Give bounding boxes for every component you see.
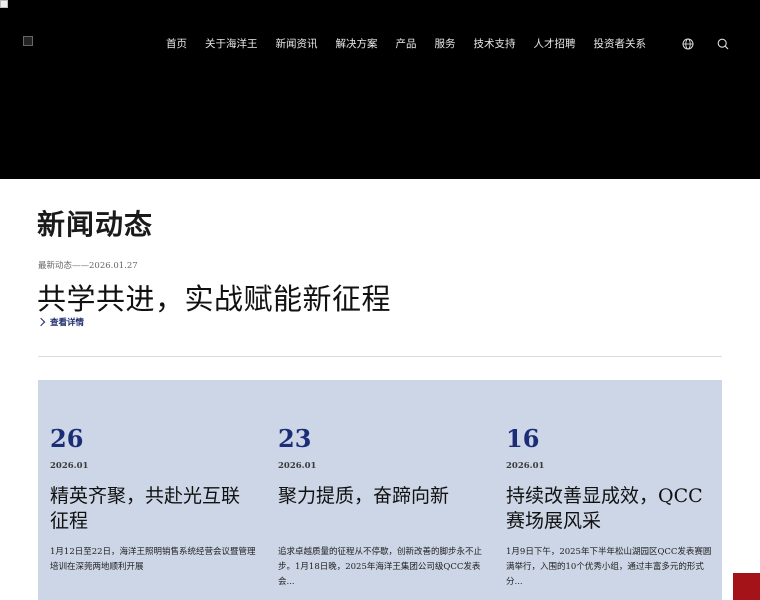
view-details-label: 查看详情 [50, 318, 85, 328]
search-icon[interactable] [717, 38, 729, 50]
card-year-month: 2026.01 [50, 461, 89, 471]
nav-item-solutions[interactable]: 解决方案 [336, 36, 378, 51]
nav-item-news[interactable]: 新闻资讯 [276, 36, 318, 51]
nav-item-home[interactable]: 首页 [166, 36, 187, 51]
floating-action-button[interactable] [733, 573, 760, 600]
main-nav: 首页 关于海洋王 新闻资讯 解决方案 产品 服务 技术支持 人才招聘 投资者关系 [166, 36, 664, 51]
card-day: 23 [278, 424, 312, 453]
divider [38, 356, 722, 357]
card-day: 26 [50, 424, 84, 453]
featured-news-title[interactable]: 共学共进，实战赋能新征程 [37, 276, 391, 318]
nav-item-service[interactable]: 服务 [435, 36, 456, 51]
nav-item-about[interactable]: 关于海洋王 [205, 36, 258, 51]
nav-item-investors[interactable]: 投资者关系 [594, 36, 647, 51]
top-bar [0, 0, 760, 14]
globe-icon[interactable] [682, 38, 694, 50]
news-card-list: 26 2026.01 精英齐聚，共赴光互联征程 1月12日至22日，海洋王照明销… [38, 380, 722, 600]
chevron-right-icon [36, 317, 46, 327]
hero-banner: 首页 关于海洋王 新闻资讯 解决方案 产品 服务 技术支持 人才招聘 投资者关系 [0, 14, 760, 179]
view-details-link[interactable]: 查看详情 [36, 316, 85, 328]
card-year-month: 2026.01 [506, 461, 545, 471]
latest-news-label: 最新动态——2026.01.27 [38, 261, 138, 271]
nav-item-products[interactable]: 产品 [396, 36, 417, 51]
card-summary: 追求卓越质量的征程从不停歇，创新改善的脚步永不止步。1月18日晚，2025年海洋… [278, 547, 483, 587]
broken-image-icon [0, 0, 8, 8]
card-title[interactable]: 精英齐聚，共赴光互联征程 [50, 484, 256, 534]
nav-item-support[interactable]: 技术支持 [474, 36, 516, 51]
nav-item-careers[interactable]: 人才招聘 [534, 36, 576, 51]
card-title[interactable]: 持续改善显成效，QCC赛场展风采 [506, 484, 712, 534]
card-year-month: 2026.01 [278, 461, 317, 471]
card-title[interactable]: 聚力提质，奋蹄向新 [278, 484, 484, 509]
card-day: 16 [506, 424, 540, 453]
logo[interactable] [23, 36, 33, 46]
card-summary: 1月12日至22日，海洋王照明销售系统经营会议暨管理培训在深莞两地顺利开展 [50, 547, 256, 572]
page-title: 新闻动态 [37, 208, 154, 241]
card-summary: 1月9日下午，2025年下半年松山湖园区QCC发表赛圆满举行，入围的10个优秀小… [506, 547, 712, 587]
